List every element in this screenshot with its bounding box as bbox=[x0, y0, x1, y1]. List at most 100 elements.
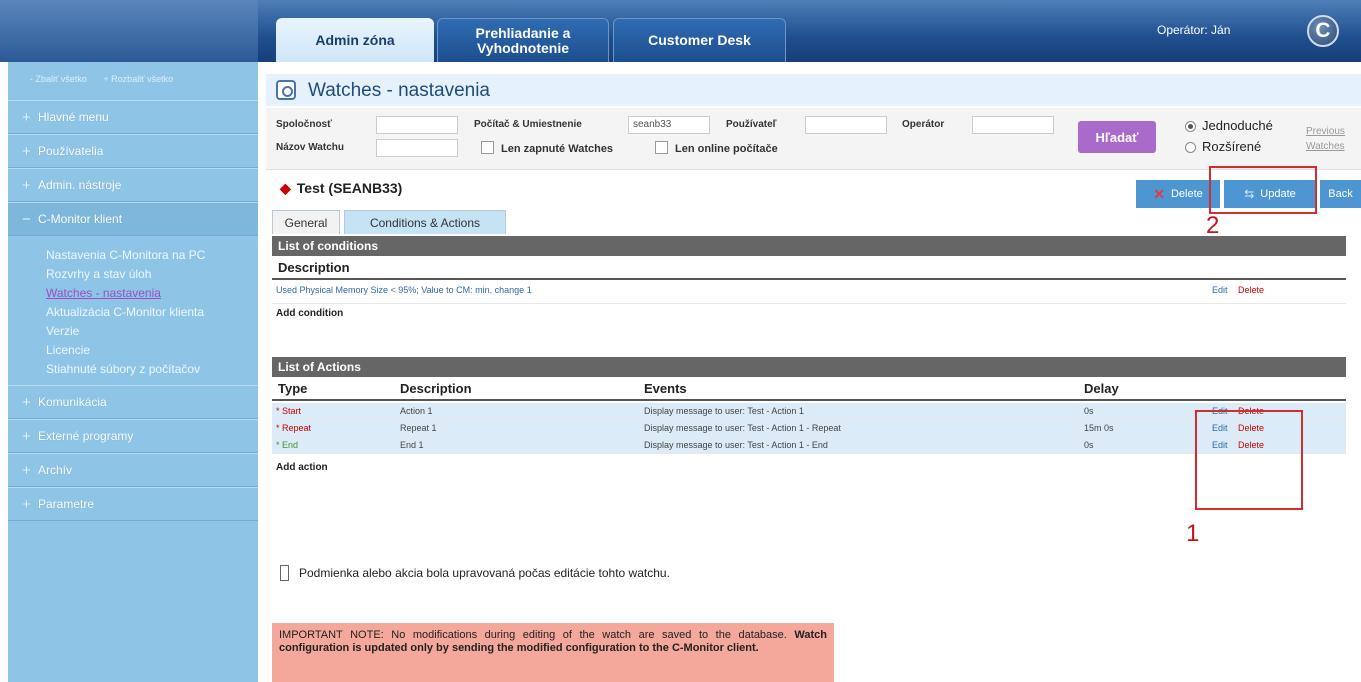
sidebar-item-label: C-Monitor klient bbox=[38, 212, 123, 226]
back-button[interactable]: Back bbox=[1320, 180, 1361, 208]
tab-browse-evaluation[interactable]: Prehliadanie a Vyhodnotenie bbox=[437, 18, 609, 62]
legend-marker-icon bbox=[280, 565, 289, 581]
plus-icon: + bbox=[22, 427, 31, 445]
delete-button[interactable]: ✕ Delete bbox=[1136, 180, 1220, 208]
sidebar-item-external-programs[interactable]: + Externé programy bbox=[8, 419, 258, 453]
watch-title-text: Test (SEANB33) bbox=[296, 180, 403, 196]
previous-watches-link[interactable]: Previous Watches bbox=[1306, 124, 1345, 154]
sidebar: - Zbaliť všetko + Rozbaliť všetko + Hlavn… bbox=[8, 62, 258, 682]
watch-name-label: Názov Watchu bbox=[276, 142, 344, 153]
sidebar-submenu: Nastavenia C-Monitora na PC Rozvrhy a st… bbox=[8, 236, 258, 385]
user-label: Používateľ bbox=[726, 119, 777, 130]
submenu-item-licenses[interactable]: Licencie bbox=[46, 341, 258, 360]
only-online-checkbox[interactable] bbox=[655, 141, 668, 154]
submenu-item-downloaded-files[interactable]: Stiahnuté súbory z počítačov bbox=[46, 360, 258, 379]
action-type: * Start bbox=[276, 406, 302, 416]
legend: Podmienka alebo akcia bola upravovaná po… bbox=[280, 565, 670, 581]
action-type: * Repeat bbox=[276, 423, 312, 433]
company-label: Spoločnosť bbox=[276, 119, 332, 130]
only-enabled-label: Len zapnuté Watches bbox=[501, 143, 614, 155]
sidebar-item-admin-tools[interactable]: + Admin. nástroje bbox=[8, 168, 258, 202]
user-input[interactable] bbox=[805, 116, 887, 134]
sidebar-item-label: Externé programy bbox=[38, 429, 134, 443]
clock-icon bbox=[276, 80, 296, 100]
operator-label: Operátor: Ján bbox=[1157, 23, 1231, 37]
callout-box-edit-delete bbox=[1195, 410, 1303, 510]
only-enabled-checkbox[interactable] bbox=[481, 141, 494, 154]
tab-general[interactable]: General bbox=[272, 210, 340, 234]
company-input[interactable] bbox=[376, 116, 458, 134]
tab-browse-evaluation-label: Prehliadanie a Vyhodnotenie bbox=[476, 25, 571, 56]
add-condition-link[interactable]: Add condition bbox=[276, 308, 1346, 319]
diamond-icon: ◆ bbox=[280, 180, 291, 196]
submenu-item-watches-settings[interactable]: Watches - nastavenia bbox=[46, 284, 258, 303]
only-online-label: Len online počítače bbox=[675, 143, 778, 155]
tab-general-label: General bbox=[284, 215, 328, 230]
tab-customer-desk[interactable]: Customer Desk bbox=[613, 18, 786, 62]
operator-input[interactable] bbox=[972, 116, 1054, 134]
plus-icon: + bbox=[22, 176, 31, 194]
action-row: * End End 1 Display message to user: Tes… bbox=[272, 437, 1346, 454]
mode-simple-radio[interactable] bbox=[1185, 121, 1196, 132]
collapse-all-link[interactable]: - Zbaliť všetko bbox=[30, 74, 87, 84]
add-action-link[interactable]: Add action bbox=[276, 462, 1346, 473]
actions-group-header: List of Actions bbox=[272, 357, 1346, 377]
action-delay: 0s bbox=[1084, 406, 1094, 416]
tab-admin-zone-label: Admin zóna bbox=[315, 31, 395, 48]
sidebar-item-users[interactable]: + Používatelia bbox=[8, 134, 258, 168]
condition-description: Used Physical Memory Size < 95%; Value t… bbox=[276, 285, 532, 295]
condition-edit-link[interactable]: Edit bbox=[1212, 285, 1228, 295]
minus-icon: − bbox=[22, 210, 31, 228]
legend-text: Podmienka alebo akcia bola upravovaná po… bbox=[299, 566, 670, 580]
callout-box-update bbox=[1209, 166, 1317, 214]
action-events: Display message to user: Test - Action 1… bbox=[644, 440, 828, 450]
col-description-header: Description bbox=[278, 260, 350, 275]
condition-delete-link[interactable]: Delete bbox=[1238, 285, 1264, 295]
submenu-item-schedules[interactable]: Rozvrhy a stav úloh bbox=[46, 265, 258, 284]
submenu-item-versions[interactable]: Verzie bbox=[46, 322, 258, 341]
watch-title: ◆ Test (SEANB33) bbox=[280, 180, 402, 197]
mode-extended-radio[interactable] bbox=[1185, 142, 1196, 153]
sidebar-item-label: Admin. nástroje bbox=[38, 178, 122, 192]
action-delay: 0s bbox=[1084, 440, 1094, 450]
back-button-label: Back bbox=[1328, 188, 1353, 200]
action-description: End 1 bbox=[400, 440, 424, 450]
plus-icon: + bbox=[22, 393, 31, 411]
search-button[interactable]: Hľadať bbox=[1078, 121, 1156, 153]
top-bar: Admin zóna Prehliadanie a Vyhodnotenie Cu… bbox=[0, 0, 1361, 62]
sidebar-item-communication[interactable]: + Komunikácia bbox=[8, 385, 258, 419]
sidebar-item-label: Parametre bbox=[38, 497, 95, 511]
conditions-table-header: Description bbox=[272, 256, 1346, 280]
col-events-header: Events bbox=[644, 381, 687, 396]
delete-x-icon: ✕ bbox=[1153, 185, 1165, 202]
top-bar-brand-area bbox=[0, 0, 258, 62]
c-monitor-logo-icon: C bbox=[1307, 15, 1339, 47]
sidebar-item-c-monitor-client[interactable]: − C-Monitor klient bbox=[8, 202, 258, 236]
page-title: Watches - nastavenia bbox=[308, 80, 490, 101]
submenu-item-client-update[interactable]: Aktualizácia C-Monitor klienta bbox=[46, 303, 258, 322]
action-events: Display message to user: Test - Action 1… bbox=[644, 423, 841, 433]
tab-admin-zone[interactable]: Admin zóna bbox=[276, 18, 434, 62]
action-events: Display message to user: Test - Action 1 bbox=[644, 406, 804, 416]
tab-conditions-actions[interactable]: Conditions & Actions bbox=[344, 210, 506, 234]
sidebar-item-label: Komunikácia bbox=[38, 395, 107, 409]
computer-location-input[interactable]: seanb33 bbox=[628, 116, 710, 134]
plus-icon: + bbox=[22, 495, 31, 513]
sidebar-item-parameters[interactable]: + Parametre bbox=[8, 487, 258, 521]
sidebar-item-main-menu[interactable]: + Hlavné menu bbox=[8, 100, 258, 134]
sidebar-item-label: Archív bbox=[38, 463, 73, 477]
sidebar-item-label: Hlavné menu bbox=[38, 110, 109, 124]
action-row: * Start Action 1 Display message to user… bbox=[272, 403, 1346, 420]
tab-browse-line2: Vyhodnotenie bbox=[476, 39, 570, 56]
delete-button-label: Delete bbox=[1170, 188, 1203, 200]
sidebar-item-label: Používatelia bbox=[38, 144, 104, 158]
actions-table-header: Type Description Events Delay bbox=[272, 377, 1346, 401]
watch-name-input[interactable] bbox=[376, 139, 458, 157]
sidebar-item-archive[interactable]: + Archív bbox=[8, 453, 258, 487]
expand-all-link[interactable]: + Rozbaliť všetko bbox=[103, 74, 173, 84]
col-description-header: Description bbox=[400, 381, 472, 396]
conditions-group-header: List of conditions bbox=[272, 236, 1346, 256]
conditions-section: List of conditions Description Used Phys… bbox=[272, 236, 1346, 473]
submenu-item-cmonitor-settings[interactable]: Nastavenia C-Monitora na PC bbox=[46, 246, 258, 265]
